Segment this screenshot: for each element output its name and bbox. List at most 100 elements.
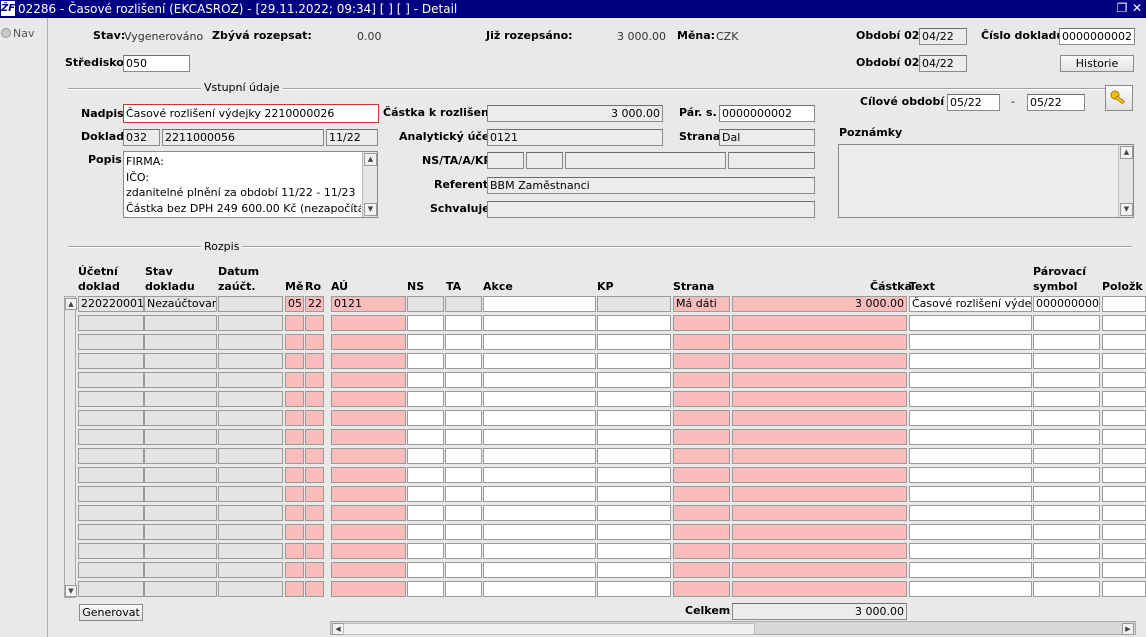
cell-stav-dokladu[interactable] [144, 448, 217, 464]
scroll-down-icon[interactable]: ▼ [364, 203, 377, 216]
cell-akce[interactable] [483, 581, 596, 597]
cell-me[interactable] [285, 334, 304, 350]
cell-datum[interactable] [218, 315, 283, 331]
cell-ta[interactable] [445, 562, 482, 578]
cell-ro[interactable] [305, 543, 324, 559]
cell-ucetni-doklad[interactable] [78, 581, 144, 597]
cell-me[interactable] [285, 505, 304, 521]
cell-polozka[interactable] [1102, 353, 1146, 369]
cell-text[interactable] [909, 581, 1032, 597]
cell-kp[interactable] [597, 581, 671, 597]
cell-me[interactable] [285, 429, 304, 445]
cell-datum[interactable] [218, 391, 283, 407]
cell-text[interactable] [909, 562, 1032, 578]
cell-me[interactable] [285, 315, 304, 331]
cell-parovaci[interactable] [1033, 429, 1100, 445]
cell-akce[interactable] [483, 315, 596, 331]
cell-polozka[interactable] [1102, 543, 1146, 559]
cell-text[interactable] [909, 391, 1032, 407]
cell-ns[interactable] [407, 581, 444, 597]
cell-ucetni-doklad[interactable] [78, 467, 144, 483]
cell-ucetni-doklad[interactable] [78, 486, 144, 502]
cell-ro[interactable] [305, 372, 324, 388]
cell-me[interactable] [285, 391, 304, 407]
cell-au[interactable] [331, 543, 406, 559]
cell-ns[interactable] [407, 562, 444, 578]
cell-stav-dokladu[interactable]: Nezaúčtovaný [144, 296, 217, 312]
cell-ro[interactable]: 22 [305, 296, 324, 312]
cell-ucetni-doklad[interactable] [78, 524, 144, 540]
cell-strana[interactable] [673, 581, 730, 597]
cell-datum[interactable] [218, 581, 283, 597]
au-field[interactable]: 0121 [487, 129, 663, 146]
cell-strana[interactable]: Má dáti [673, 296, 730, 312]
cell-parovaci[interactable] [1033, 410, 1100, 426]
cell-datum[interactable] [218, 410, 283, 426]
cell-au[interactable] [331, 486, 406, 502]
cell-datum[interactable] [218, 543, 283, 559]
cell-me[interactable] [285, 543, 304, 559]
cell-ns[interactable] [407, 391, 444, 407]
cell-strana[interactable] [673, 429, 730, 445]
key-button[interactable] [1105, 85, 1133, 111]
cell-stav-dokladu[interactable] [144, 505, 217, 521]
cell-text[interactable] [909, 543, 1032, 559]
cell-ta[interactable] [445, 372, 482, 388]
cell-parovaci[interactable] [1033, 524, 1100, 540]
grid-scrollbar[interactable]: ▲ ▼ [64, 296, 77, 598]
cell-ucetni-doklad[interactable] [78, 372, 144, 388]
cell-strana[interactable] [673, 353, 730, 369]
cell-castka[interactable] [732, 315, 907, 331]
cell-castka[interactable] [732, 334, 907, 350]
close-icon[interactable]: ✕ [1131, 1, 1143, 16]
cell-datum[interactable] [218, 524, 283, 540]
cell-castka[interactable] [732, 581, 907, 597]
cell-ro[interactable] [305, 467, 324, 483]
cell-parovaci[interactable] [1033, 391, 1100, 407]
cell-stav-dokladu[interactable] [144, 353, 217, 369]
cell-kp[interactable] [597, 315, 671, 331]
cell-ta[interactable] [445, 486, 482, 502]
cell-polozka[interactable] [1102, 334, 1146, 350]
cell-parovaci[interactable] [1033, 334, 1100, 350]
cell-castka[interactable] [732, 410, 907, 426]
cell-castka[interactable] [732, 372, 907, 388]
cell-au[interactable] [331, 429, 406, 445]
cell-text[interactable] [909, 353, 1032, 369]
cell-ucetni-doklad[interactable] [78, 429, 144, 445]
cell-text[interactable] [909, 372, 1032, 388]
cell-ta[interactable] [445, 448, 482, 464]
cell-ns[interactable] [407, 410, 444, 426]
cell-ta[interactable] [445, 334, 482, 350]
cell-stav-dokladu[interactable] [144, 467, 217, 483]
cell-au[interactable]: 0121 [331, 296, 406, 312]
cell-parovaci[interactable] [1033, 353, 1100, 369]
cell-akce[interactable] [483, 505, 596, 521]
cell-ucetni-doklad[interactable] [78, 562, 144, 578]
cell-datum[interactable] [218, 372, 283, 388]
cell-kp[interactable] [597, 429, 671, 445]
cell-polozka[interactable] [1102, 581, 1146, 597]
cell-akce[interactable] [483, 524, 596, 540]
cell-strana[interactable] [673, 467, 730, 483]
cell-stav-dokladu[interactable] [144, 543, 217, 559]
cell-kp[interactable] [597, 562, 671, 578]
cell-polozka[interactable] [1102, 315, 1146, 331]
cell-au[interactable] [331, 467, 406, 483]
cell-stav-dokladu[interactable] [144, 486, 217, 502]
cell-kp[interactable] [597, 410, 671, 426]
grid-hscrollbar[interactable]: ◀ ▶ [330, 621, 1136, 635]
scroll-up-icon[interactable]: ▲ [65, 298, 77, 310]
cell-me[interactable]: 05 [285, 296, 304, 312]
cell-me[interactable] [285, 524, 304, 540]
cell-me[interactable] [285, 467, 304, 483]
cell-stav-dokladu[interactable] [144, 562, 217, 578]
doklad-obdobi-field[interactable]: 11/22 [326, 129, 378, 146]
cell-ucetni-doklad[interactable] [78, 410, 144, 426]
stredisko-field[interactable]: 050 [123, 55, 190, 72]
cell-akce[interactable] [483, 543, 596, 559]
cell-ro[interactable] [305, 353, 324, 369]
cell-ro[interactable] [305, 486, 324, 502]
doklad-rada-field[interactable]: 032 [123, 129, 160, 146]
doklad-cislo-field[interactable]: 2211000056 [162, 129, 324, 146]
